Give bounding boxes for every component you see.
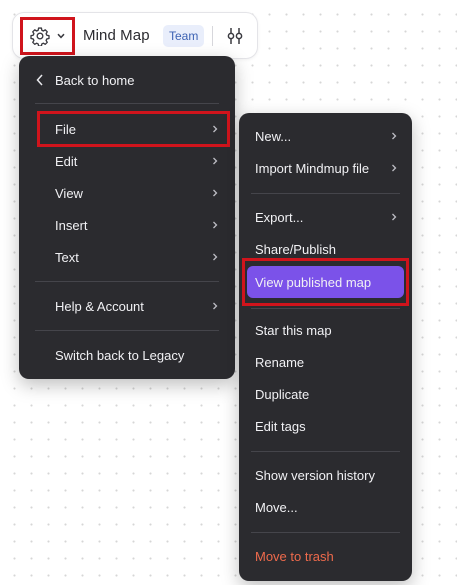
menu-item-help-account[interactable]: Help & Account [19, 291, 235, 321]
menu-separator [251, 532, 400, 533]
menu-separator [251, 308, 400, 309]
submenu-item-label: Share/Publish [255, 241, 336, 257]
submenu-item-label: New... [255, 128, 292, 144]
settings-menu-button[interactable] [20, 17, 75, 55]
chevron-right-icon [392, 213, 397, 221]
menu-item-label: Help & Account [55, 298, 144, 314]
chevron-right-icon [213, 302, 218, 310]
menu-separator [35, 281, 219, 282]
menu-item-view[interactable]: View [19, 178, 235, 208]
submenu-item-label: Star this map [255, 322, 332, 338]
menu-item-label: Edit [55, 153, 78, 169]
menu-item-insert[interactable]: Insert [19, 210, 235, 240]
submenu-item-edit-tags[interactable]: Edit tags [239, 411, 412, 441]
menu-separator [251, 193, 400, 194]
submenu-item-label: Show version history [255, 467, 375, 483]
chevron-right-icon [392, 132, 397, 140]
submenu-item-duplicate[interactable]: Duplicate [239, 379, 412, 409]
file-submenu: New... Import Mindmup file Export... Sha… [239, 113, 412, 581]
submenu-item-rename[interactable]: Rename [239, 347, 412, 377]
gear-icon [30, 26, 50, 46]
menu-item-label: Text [55, 249, 79, 265]
menu-item-text[interactable]: Text [19, 242, 235, 272]
chevron-right-icon [392, 164, 397, 172]
menu-item-label: Switch back to Legacy [55, 347, 185, 363]
chevron-left-icon [36, 74, 43, 86]
submenu-item-import[interactable]: Import Mindmup file [239, 153, 412, 183]
chevron-right-icon [213, 253, 218, 261]
team-badge: Team [163, 25, 205, 47]
chevron-right-icon [213, 189, 218, 197]
submenu-item-move[interactable]: Move... [239, 492, 412, 522]
submenu-item-label: Move... [255, 499, 298, 515]
menu-separator [35, 103, 219, 104]
menu-separator [251, 451, 400, 452]
submenu-item-label: Duplicate [255, 386, 310, 402]
menu-item-file[interactable]: File [19, 114, 235, 144]
submenu-item-label: Edit tags [255, 418, 306, 434]
submenu-item-version-history[interactable]: Show version history [239, 460, 412, 490]
menu-item-edit[interactable]: Edit [19, 146, 235, 176]
chevron-right-icon [213, 125, 218, 133]
menu-separator [35, 330, 219, 331]
back-to-home-label: Back to home [55, 72, 135, 88]
chevron-right-icon [213, 221, 218, 229]
menu-item-label: View [55, 185, 83, 201]
submenu-item-share-publish[interactable]: Share/Publish [239, 234, 412, 264]
adjustments-icon[interactable] [225, 27, 245, 45]
menu-item-label: Insert [55, 217, 88, 233]
submenu-item-export[interactable]: Export... [239, 202, 412, 232]
menu-item-switch-legacy[interactable]: Switch back to Legacy [19, 340, 235, 370]
submenu-item-star[interactable]: Star this map [239, 315, 412, 345]
submenu-item-label: View published map [255, 274, 372, 290]
top-toolbar: Mind Map Team [12, 12, 258, 59]
submenu-item-label: Move to trash [255, 548, 334, 564]
submenu-item-new[interactable]: New... [239, 121, 412, 151]
back-to-home-item[interactable]: Back to home [19, 65, 235, 95]
chevron-down-icon [57, 33, 65, 39]
submenu-item-label: Import Mindmup file [255, 160, 370, 176]
main-menu: Back to home File Edit View Insert Text … [19, 56, 235, 379]
toolbar-divider [212, 26, 213, 46]
menu-item-label: File [55, 121, 76, 137]
chevron-right-icon [213, 157, 218, 165]
submenu-item-label: Rename [255, 354, 305, 370]
submenu-item-label: Export... [255, 209, 304, 225]
submenu-item-move-to-trash[interactable]: Move to trash [239, 541, 412, 571]
submenu-item-view-published-map[interactable]: View published map [239, 267, 412, 297]
map-title[interactable]: Mind Map [83, 27, 150, 44]
